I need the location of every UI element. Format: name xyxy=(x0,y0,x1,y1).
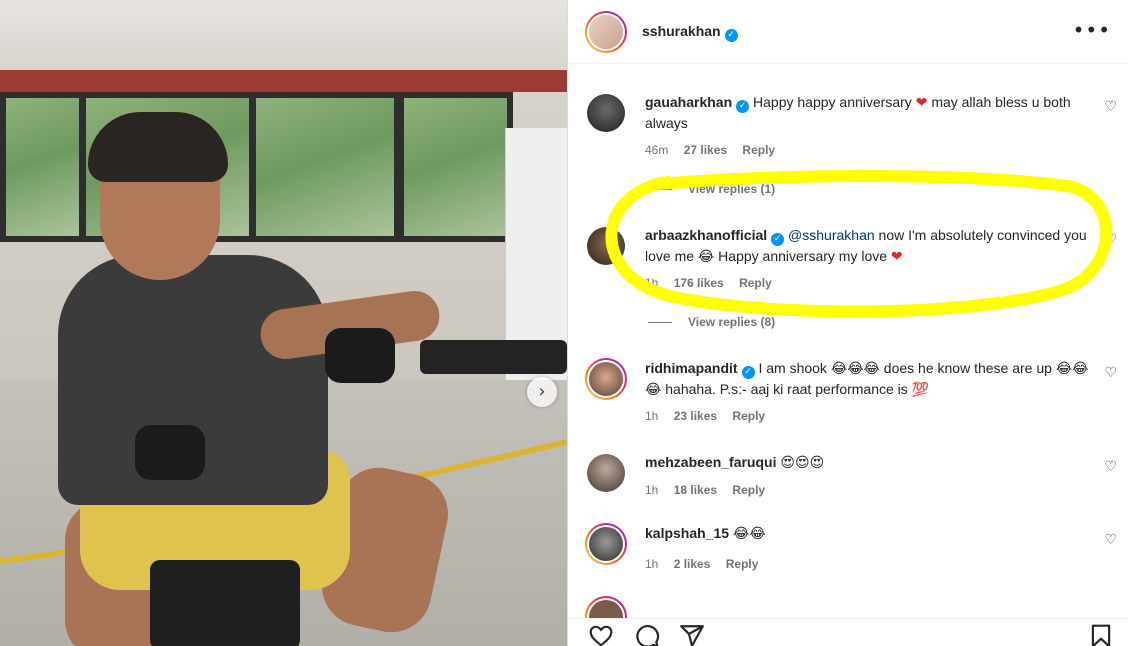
photo-ceiling xyxy=(0,0,567,78)
comment-time[interactable]: 1h xyxy=(645,276,658,290)
divider-line xyxy=(648,189,672,191)
avatar[interactable] xyxy=(587,454,625,492)
laugh-emoji: 😂 xyxy=(1072,361,1089,377)
reply-button[interactable]: Reply xyxy=(726,557,759,571)
like-comment-heart-icon[interactable]: ♡ xyxy=(1104,232,1117,248)
avatar[interactable] xyxy=(585,523,627,565)
comment-username[interactable]: ridhimapandit xyxy=(645,360,738,376)
laugh-emoji: 😂 xyxy=(830,361,848,377)
photo-beam xyxy=(0,70,567,92)
comment-meta: 1h 2 likes Reply xyxy=(645,557,770,571)
comment-item: gauaharkhan ✓ Happy happy anniversary ❤ m… xyxy=(568,92,1128,172)
avatar[interactable] xyxy=(587,227,625,265)
post-header: sshurakhan ✓ ••• xyxy=(568,0,1128,64)
verified-icon: ✓ xyxy=(736,100,750,113)
chevron-right-icon[interactable]: › xyxy=(527,377,557,407)
like-comment-heart-icon[interactable]: ♡ xyxy=(1104,532,1117,548)
like-comment-heart-icon[interactable]: ♡ xyxy=(1104,459,1117,475)
post-action-bar xyxy=(568,618,1128,646)
view-replies-button[interactable]: View replies (1) xyxy=(648,182,775,196)
comment-text: kalpshah_15 😂😂 xyxy=(645,523,1095,544)
comment-username[interactable]: kalpshah_15 xyxy=(645,525,729,541)
comment-item: mehzabeen_faruqui 😍😍😍 1h 18 likes Reply … xyxy=(568,452,1128,512)
laugh-emoji: 😂 xyxy=(697,249,715,265)
comment-username[interactable]: mehzabeen_faruqui xyxy=(645,454,776,470)
comment-item: kalpshah_15 😂😂 1h 2 likes Reply ♡ xyxy=(568,523,1128,583)
photo-bench xyxy=(420,340,567,374)
reply-button[interactable]: Reply xyxy=(732,409,765,423)
laugh-emoji: 😂 xyxy=(732,526,750,542)
bookmark-icon[interactable] xyxy=(1088,623,1114,646)
like-comment-heart-icon[interactable]: ♡ xyxy=(1104,99,1117,115)
comment-time[interactable]: 1h xyxy=(645,483,658,497)
comment-meta: 1h 18 likes Reply xyxy=(645,483,777,497)
laugh-emoji: 😂 xyxy=(863,361,880,377)
comment-likes[interactable]: 18 likes xyxy=(674,483,717,497)
comment-item-partial xyxy=(568,596,1128,618)
photo-window xyxy=(250,92,400,242)
reply-button[interactable]: Reply xyxy=(742,143,775,157)
comment-icon[interactable] xyxy=(634,623,660,646)
comment-meta: 1h 176 likes Reply xyxy=(645,276,784,290)
avatar[interactable] xyxy=(585,11,627,53)
post-photo[interactable]: › xyxy=(0,0,567,646)
comment-likes[interactable]: 23 likes xyxy=(674,409,717,423)
laugh-emoji: 😂 xyxy=(749,526,766,542)
comment-username[interactable]: arbaazkhanofficial xyxy=(645,227,767,243)
comment-time[interactable]: 46m xyxy=(645,143,668,157)
comment-item: ridhimapandit ✓ I am shook 😂😂😂 does he kn… xyxy=(568,358,1128,438)
like-comment-heart-icon[interactable]: ♡ xyxy=(1104,365,1117,381)
heart-eyes-emoji: 😍 xyxy=(809,455,825,471)
laugh-emoji: 😂 xyxy=(847,361,864,377)
header-username[interactable]: sshurakhan ✓ xyxy=(642,23,738,42)
mention-link[interactable]: @sshurakhan xyxy=(788,227,875,243)
comment-likes[interactable]: 2 likes xyxy=(674,557,711,571)
comment-text: mehzabeen_faruqui 😍😍😍 xyxy=(645,452,1095,473)
heart-emoji: ❤ xyxy=(915,95,928,111)
avatar[interactable] xyxy=(585,596,627,618)
comment-text: gauaharkhan ✓ Happy happy anniversary ❤ m… xyxy=(645,94,1071,131)
heart-eyes-emoji: 😍 xyxy=(794,455,810,471)
heart-emoji: ❤ xyxy=(890,249,903,265)
share-icon[interactable] xyxy=(679,623,705,646)
comment-item: arbaazkhanofficial ✓ @sshurakhan now I'm … xyxy=(568,225,1128,305)
heart-eyes-emoji: 😍 xyxy=(780,455,795,471)
heart-icon[interactable] xyxy=(588,623,614,646)
comment-likes[interactable]: 176 likes xyxy=(674,276,724,290)
comment-time[interactable]: 1h xyxy=(645,409,658,423)
reply-button[interactable]: Reply xyxy=(739,276,772,290)
reply-button[interactable]: Reply xyxy=(732,483,765,497)
laugh-emoji: 😂 xyxy=(645,382,662,398)
view-replies-button[interactable]: View replies (8) xyxy=(648,315,775,329)
comment-username[interactable]: gauaharkhan xyxy=(645,94,732,110)
avatar[interactable] xyxy=(587,94,625,132)
photo-hair xyxy=(88,112,228,182)
photo-glove xyxy=(325,328,395,383)
comments-panel: sshurakhan ✓ ••• gauaharkhan ✓ Happy happy… xyxy=(567,0,1128,646)
photo-seat xyxy=(150,560,300,646)
photo-window xyxy=(398,92,513,242)
comment-likes[interactable]: 27 likes xyxy=(684,143,727,157)
comment-text: arbaazkhanofficial ✓ @sshurakhan now I'm … xyxy=(645,227,1087,265)
comment-text: ridhimapandit ✓ I am shook 😂😂😂 does he kn… xyxy=(645,360,1089,398)
comment-meta: 1h 23 likes Reply xyxy=(645,409,777,423)
hundred-emoji: 💯 xyxy=(911,382,930,398)
divider-line xyxy=(648,322,672,324)
laugh-emoji: 😂 xyxy=(1055,361,1073,377)
comment-time[interactable]: 1h xyxy=(645,557,658,571)
verified-icon: ✓ xyxy=(741,366,755,379)
avatar[interactable] xyxy=(585,358,627,400)
comment-meta: 46m 27 likes Reply xyxy=(645,143,787,157)
photo-glove xyxy=(135,425,205,480)
more-options-icon[interactable]: ••• xyxy=(1073,18,1111,42)
verified-icon: ✓ xyxy=(771,233,785,246)
photo-window xyxy=(0,92,85,242)
verified-icon: ✓ xyxy=(724,29,738,42)
